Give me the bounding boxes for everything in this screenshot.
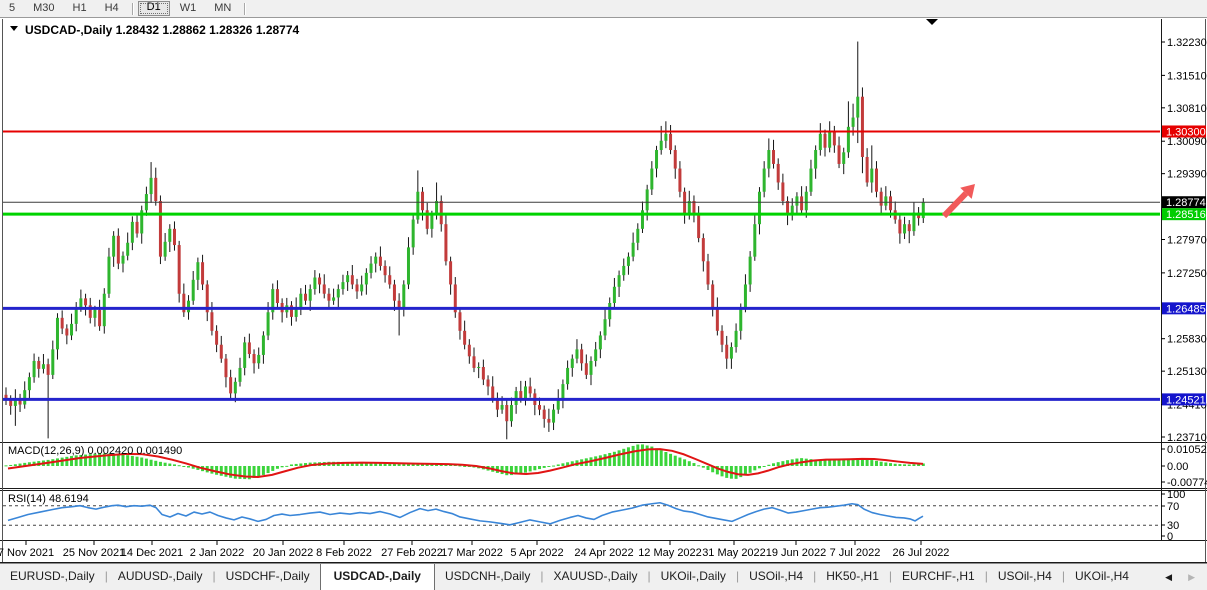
tab-eurchf-h1[interactable]: EURCHF-,H1 xyxy=(892,564,985,590)
toolbar-separator xyxy=(244,3,245,15)
tabs-scroll-left-icon[interactable]: ◀ xyxy=(1165,572,1172,583)
date-tick-label: 7 Jul 2022 xyxy=(830,547,881,559)
tab-eurusd-daily[interactable]: EURUSD-,Daily xyxy=(0,564,105,590)
date-tick-label: 5 Apr 2022 xyxy=(510,547,563,559)
date-tick-label: 19 Jun 2022 xyxy=(766,547,827,559)
price-tick-label: 1.25830 xyxy=(1167,334,1207,346)
date-tick-label: 27 Feb 2022 xyxy=(381,547,443,559)
price-badge-label: 1.24521 xyxy=(1166,394,1206,406)
date-tick-label: 14 Dec 2021 xyxy=(121,547,183,559)
tab-usoil-h4[interactable]: USOil-,H4 xyxy=(739,564,813,590)
price-badge-label: 1.30300 xyxy=(1166,126,1206,138)
period-button-d1[interactable]: D1 xyxy=(138,1,170,16)
tab-usdcnh-daily[interactable]: USDCNH-,Daily xyxy=(435,564,540,590)
price-tick-label: 1.32230 xyxy=(1167,37,1207,49)
rsi-axis-label: 0 xyxy=(1167,531,1173,543)
date-tick-label: 7 Nov 2021 xyxy=(0,547,54,559)
period-button-m30[interactable]: M30 xyxy=(25,2,62,15)
date-tick-label: 25 Nov 2021 xyxy=(63,547,125,559)
date-tick-label: 24 Apr 2022 xyxy=(574,547,633,559)
date-tick-label: 12 May 2022 xyxy=(638,547,702,559)
date-tick-label: 31 May 2022 xyxy=(702,547,766,559)
rsi-label: RSI(14) 48.6194 xyxy=(8,493,89,505)
tabs-scroll-buttons: ◀▶ xyxy=(1159,564,1207,590)
price-badge-label: 1.26485 xyxy=(1166,303,1206,315)
chart-window-bg xyxy=(0,18,1207,562)
date-tick-label: 26 Jul 2022 xyxy=(893,547,950,559)
period-button-w1[interactable]: W1 xyxy=(172,2,205,15)
timeframe-toolbar: 5M30H1H4 D1W1MN xyxy=(0,0,1207,18)
rsi-axis-label: 100 xyxy=(1167,489,1185,501)
tab-hk50-h1[interactable]: HK50-,H1 xyxy=(816,564,889,590)
rsi-axis-label: 70 xyxy=(1167,501,1179,513)
price-tick-label: 1.27250 xyxy=(1167,268,1207,280)
price-tick-label: 1.23710 xyxy=(1167,432,1207,444)
period-button-h1[interactable]: H1 xyxy=(65,2,95,15)
macd-label: MACD(12,26,9) 0.002420 0.001490 xyxy=(8,445,182,457)
tabs-scroll-right-icon[interactable]: ▶ xyxy=(1188,572,1195,583)
tab-ukoil-daily[interactable]: UKOil-,Daily xyxy=(651,564,736,590)
symbol-ohlc-readout: USDCAD-,Daily 1.28432 1.28862 1.28326 1.… xyxy=(25,23,300,37)
tab-audusd-daily[interactable]: AUDUSD-,Daily xyxy=(108,564,213,590)
date-tick-label: 2 Jan 2022 xyxy=(190,547,244,559)
date-tick-label: 20 Jan 2022 xyxy=(253,547,314,559)
chart-canvas[interactable]: USDCAD-,Daily 1.28432 1.28862 1.28326 1.… xyxy=(0,0,1207,590)
price-tick-label: 1.30810 xyxy=(1167,103,1207,115)
price-tick-label: 1.27970 xyxy=(1167,234,1207,246)
period-button-5[interactable]: 5 xyxy=(1,2,23,15)
price-tick-label: 1.29390 xyxy=(1167,169,1207,181)
price-badge-label: 1.28516 xyxy=(1166,209,1206,221)
period-button-mn[interactable]: MN xyxy=(206,2,239,15)
macd-axis-label: 0.00 xyxy=(1167,461,1188,473)
trading-app-window: USDCAD-,Daily 1.28432 1.28862 1.28326 1.… xyxy=(0,0,1207,590)
date-tick-label: 17 Mar 2022 xyxy=(441,547,503,559)
price-badge-label: 1.28774 xyxy=(1166,197,1206,209)
price-tick-label: 1.31510 xyxy=(1167,70,1207,82)
macd-axis-label: -0.00774 xyxy=(1167,477,1207,489)
chart-title: USDCAD-,Daily 1.28432 1.28862 1.28326 1.… xyxy=(10,23,300,37)
tab-ukoil-h4[interactable]: UKOil-,H4 xyxy=(1065,564,1139,590)
date-tick-label: 8 Feb 2022 xyxy=(316,547,372,559)
tab-usdcad-daily[interactable]: USDCAD-,Daily xyxy=(320,564,435,590)
symbol-tabbar: EURUSD-,Daily|AUDUSD-,Daily|USDCHF-,Dail… xyxy=(0,563,1207,590)
macd-axis-label: 0.01052 xyxy=(1167,444,1207,456)
price-tick-label: 1.25130 xyxy=(1167,366,1207,378)
period-button-h4[interactable]: H4 xyxy=(97,2,127,15)
toolbar-separator xyxy=(132,3,133,15)
tab-xauusd-daily[interactable]: XAUUSD-,Daily xyxy=(543,564,647,590)
tab-usoil-h4[interactable]: USOil-,H4 xyxy=(988,564,1062,590)
tab-usdchf-daily[interactable]: USDCHF-,Daily xyxy=(216,564,320,590)
